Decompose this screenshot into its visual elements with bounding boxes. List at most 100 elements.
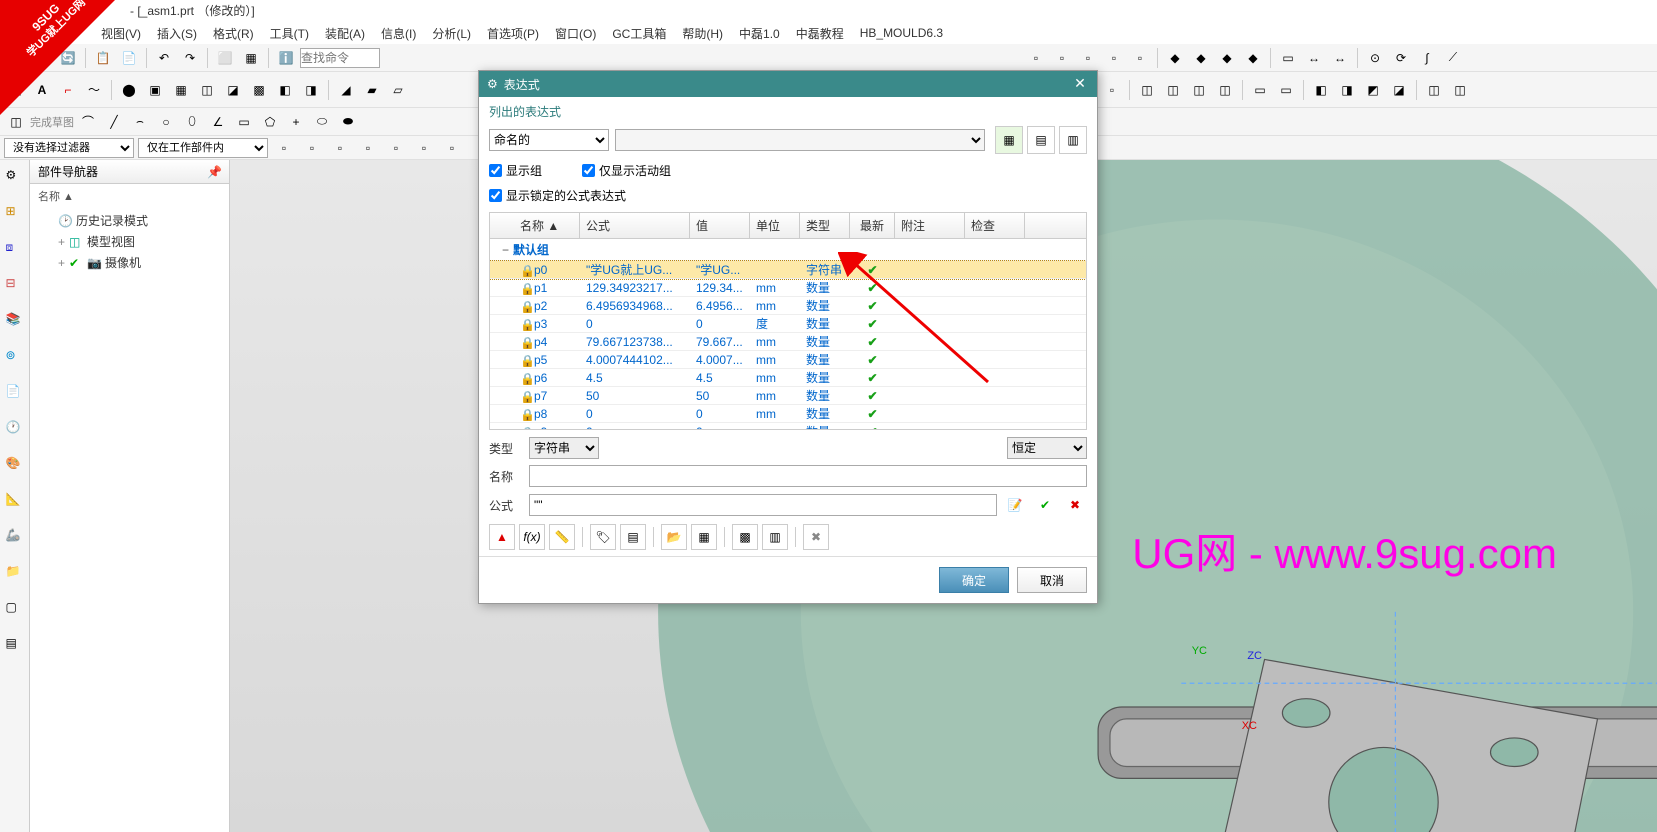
table-row[interactable]: 🔒p64.54.5mm数量✔ [490, 369, 1086, 387]
sheet-icon[interactable]: 📄 [6, 384, 24, 402]
surf-icon[interactable]: ◢ [334, 78, 358, 102]
gen-icon[interactable]: ◆ [1189, 46, 1213, 70]
box2-icon[interactable]: ◫ [195, 78, 219, 102]
undo-icon[interactable]: ↶ [152, 46, 176, 70]
nav-item-camera[interactable]: + ✔ 📷 摄像机 [34, 252, 225, 273]
p2-icon[interactable]: ▥ [762, 524, 788, 550]
constraint-icon[interactable]: ⧈ [6, 240, 24, 258]
ruler-icon[interactable]: 📏 [549, 524, 575, 550]
redo-icon[interactable]: ↷ [178, 46, 202, 70]
gen-icon[interactable]: ↔ [1328, 46, 1352, 70]
blank-icon[interactable]: ▢ [6, 600, 24, 618]
cancel-button[interactable]: 取消 [1017, 567, 1087, 593]
gen-icon[interactable]: ⟳ [1389, 46, 1413, 70]
gen-icon[interactable]: ▭ [1276, 46, 1300, 70]
gen-icon[interactable]: ◩ [1361, 78, 1385, 102]
web-icon[interactable]: ⊚ [6, 348, 24, 366]
angle-icon[interactable]: ∠ [206, 110, 230, 134]
gen-icon[interactable]: ◫ [1161, 78, 1185, 102]
formula-input[interactable] [529, 494, 997, 516]
table-row[interactable]: 🔒p300度数量✔ [490, 315, 1086, 333]
tag-icon[interactable]: 🏷 [590, 524, 616, 550]
table-row[interactable]: 🔒p54.0007444102...4.0007...mm数量✔ [490, 351, 1086, 369]
folder-icon[interactable]: 📁 [6, 564, 24, 582]
delete-icon[interactable]: ✖ [803, 524, 829, 550]
box3-icon[interactable]: ◪ [221, 78, 245, 102]
gen-icon[interactable]: ▭ [1274, 78, 1298, 102]
grid-icon[interactable]: ▩ [732, 524, 758, 550]
gen-icon[interactable]: ◫ [1422, 78, 1446, 102]
col-type[interactable]: 类型 [800, 213, 850, 238]
gen-icon[interactable]: ◧ [1309, 78, 1333, 102]
close-icon[interactable]: ✕ [1071, 75, 1089, 93]
clock-icon[interactable]: 🕐 [6, 420, 24, 438]
gen-icon[interactable]: ◫ [1135, 78, 1159, 102]
surf2-icon[interactable]: ▰ [360, 78, 384, 102]
col-check[interactable]: 检查 [965, 213, 1025, 238]
gen-icon[interactable]: ⟋ [1441, 46, 1465, 70]
menu-assembly[interactable]: 装配(A) [322, 25, 368, 42]
gen-icon[interactable]: ▫ [328, 136, 352, 160]
gen-icon[interactable]: ▫ [384, 136, 408, 160]
menu-info[interactable]: 信息(I) [378, 25, 419, 42]
gen-icon[interactable]: ◫ [1187, 78, 1211, 102]
menu-zhonglei1[interactable]: 中磊1.0 [736, 25, 783, 42]
command-search[interactable] [300, 48, 380, 68]
gen-icon[interactable]: ◫ [1448, 78, 1472, 102]
type-select[interactable]: 字符串 [529, 437, 599, 459]
ellipse-icon[interactable]: ⬯ [180, 110, 204, 134]
gen-icon[interactable]: ◆ [1215, 46, 1239, 70]
box4-icon[interactable]: ▩ [247, 78, 271, 102]
gen-icon[interactable]: ◪ [1387, 78, 1411, 102]
menu-insert[interactable]: 插入(S) [154, 25, 200, 42]
cb-show-active[interactable]: 仅显示活动组 [582, 162, 671, 179]
accept-icon[interactable]: ✔ [1033, 493, 1057, 517]
menu-help[interactable]: 帮助(H) [679, 25, 726, 42]
col-unit[interactable]: 单位 [750, 213, 800, 238]
gen-icon[interactable]: ◆ [1241, 46, 1265, 70]
selection-filter[interactable]: 没有选择过滤器 [4, 138, 134, 158]
edit-icon[interactable]: 📝 [1003, 493, 1027, 517]
menu-tools[interactable]: 工具(T) [267, 25, 312, 42]
table-row[interactable]: 🔒p479.667123738...79.667...mm数量✔ [490, 333, 1086, 351]
gen-icon[interactable]: ◆ [1163, 46, 1187, 70]
reject-icon[interactable]: ✖ [1063, 493, 1087, 517]
gen-icon[interactable]: ▫ [440, 136, 464, 160]
gen-icon[interactable]: ▫ [300, 136, 324, 160]
menu-format[interactable]: 格式(R) [210, 25, 257, 42]
const-select[interactable]: 恒定 [1007, 437, 1087, 459]
ok-button[interactable]: 确定 [939, 567, 1009, 593]
part-icon[interactable]: ⊟ [6, 276, 24, 294]
gen-icon[interactable]: ▫ [1100, 78, 1124, 102]
arc2-icon[interactable]: ⌢ [128, 110, 152, 134]
menu-hbmould[interactable]: HB_MOULD6.3 [857, 26, 946, 40]
cb-show-group[interactable]: 显示组 [489, 162, 542, 179]
box-icon[interactable]: ▣ [143, 78, 167, 102]
gen-icon[interactable]: ▫ [412, 136, 436, 160]
menu-preferences[interactable]: 首选项(P) [484, 25, 542, 42]
box6-icon[interactable]: ◨ [299, 78, 323, 102]
gen-icon[interactable]: ◨ [1335, 78, 1359, 102]
gen-icon[interactable]: ▫ [356, 136, 380, 160]
gear-icon[interactable]: ⚙ [6, 168, 24, 186]
gen-icon[interactable]: ▫ [1128, 46, 1152, 70]
view2-icon[interactable]: ▦ [239, 46, 263, 70]
view-icon[interactable]: ⬜ [213, 46, 237, 70]
paste-icon[interactable]: 📄 [117, 46, 141, 70]
circle-icon[interactable]: ○ [154, 110, 178, 134]
gen-icon[interactable]: ▭ [1248, 78, 1272, 102]
gen-icon[interactable]: ▫ [1102, 46, 1126, 70]
table-body[interactable]: − 默认组🔒p0"学UG就上UG..."学UG...字符串✔🔒p1129.349… [490, 239, 1086, 429]
col-note[interactable]: 附注 [895, 213, 965, 238]
poly-icon[interactable]: ⬠ [258, 110, 282, 134]
round2-icon[interactable]: ⬬ [336, 110, 360, 134]
nav-item-modelview[interactable]: + ◫ 模型视图 [34, 231, 225, 252]
up-red-icon[interactable]: ▲ [489, 524, 515, 550]
menu-analysis[interactable]: 分析(L) [429, 25, 474, 42]
p1-icon[interactable]: ▤ [620, 524, 646, 550]
surf3-icon[interactable]: ▱ [386, 78, 410, 102]
tree-icon[interactable]: ⊞ [6, 204, 24, 222]
menu-gctoolbox[interactable]: GC工具箱 [609, 25, 669, 42]
gen-icon[interactable]: ∫ [1415, 46, 1439, 70]
filter-named-select[interactable]: 命名的 [489, 129, 609, 151]
